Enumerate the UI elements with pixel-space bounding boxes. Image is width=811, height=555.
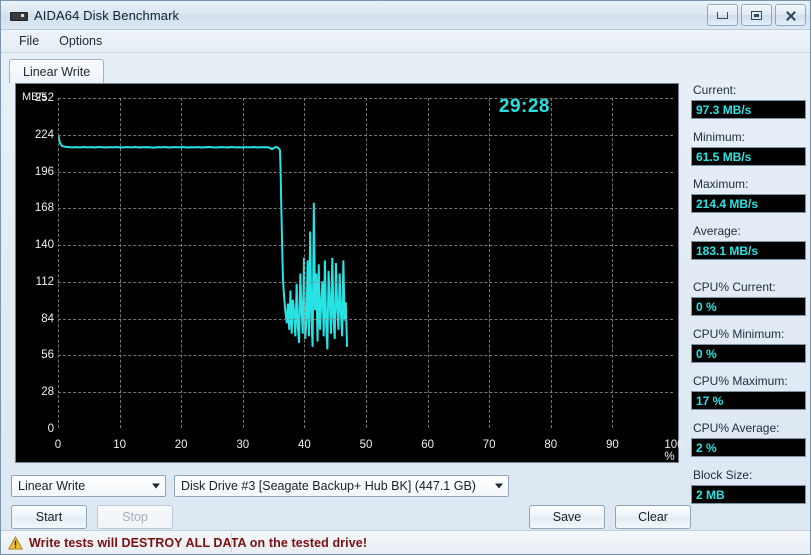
x-tick-9: 90 — [605, 439, 619, 451]
y-tick-0: 0 — [47, 423, 54, 435]
gridline-vertical — [366, 98, 367, 428]
window-buttons — [707, 4, 806, 26]
stat-value-average: 183.1 MB/s — [696, 243, 759, 258]
minimize-button[interactable] — [707, 4, 738, 26]
stat-label-block-size: Block Size: — [693, 468, 753, 482]
gridline-vertical — [550, 98, 552, 428]
stat-box-average: 183.1 MB/s — [691, 241, 806, 260]
x-tick-7: 70 — [482, 439, 496, 451]
tab-linear-write[interactable]: Linear Write — [9, 59, 105, 83]
menu-bar: File Options — [1, 30, 810, 53]
stat-box-cpu-minimum: 0 % — [691, 344, 806, 363]
stat-box-block-size: 2 MB — [691, 485, 806, 504]
save-button[interactable]: Save — [529, 505, 605, 529]
gridline-vertical — [304, 98, 306, 428]
x-tick-6: 60 — [421, 439, 434, 451]
test-type-select[interactable]: Linear Write — [11, 475, 166, 497]
stat-box-minimum: 61.5 MB/s — [691, 147, 806, 166]
stat-label-maximum: Maximum: — [693, 177, 749, 191]
warning-text: Write tests will DESTROY ALL DATA on the… — [29, 535, 368, 550]
restore-button[interactable] — [741, 4, 772, 26]
stat-label-cpu-minimum: CPU% Minimum: — [693, 327, 785, 341]
y-tick-84: 84 — [41, 312, 54, 325]
window-title: AIDA64 Disk Benchmark — [34, 7, 180, 23]
x-tick-2: 20 — [174, 439, 188, 451]
gridline-vertical — [181, 98, 183, 428]
gridline-vertical — [489, 98, 491, 428]
y-tick-168: 168 — [34, 202, 54, 215]
x-tick-5: 50 — [359, 439, 373, 451]
y-tick-28: 28 — [41, 386, 54, 399]
stat-box-current: 97.3 MB/s — [691, 100, 806, 119]
status-separator — [231, 533, 232, 552]
x-tick-0: 0 — [54, 439, 62, 451]
stat-value-cpu-maximum: 17 % — [696, 393, 724, 408]
menu-item-file[interactable]: File — [9, 32, 49, 50]
stat-label-cpu-average: CPU% Average: — [693, 421, 780, 435]
stat-label-average: Average: — [693, 224, 741, 238]
chart-plot-area — [58, 98, 673, 428]
gridline-vertical — [119, 98, 121, 428]
y-tick-224: 224 — [34, 128, 54, 141]
stat-label-cpu-maximum: CPU% Maximum: — [693, 374, 788, 388]
stat-label-cpu-current: CPU% Current: — [693, 280, 776, 294]
x-tick-8: 80 — [544, 439, 558, 451]
y-tick-112: 112 — [35, 275, 54, 288]
chevron-down-icon — [152, 483, 160, 489]
menu-item-options[interactable]: Options — [49, 32, 112, 50]
stat-label-minimum: Minimum: — [693, 130, 746, 144]
stat-value-current: 97.3 MB/s — [696, 102, 752, 117]
stat-box-cpu-maximum: 17 % — [691, 391, 806, 410]
stat-label-current: Current: — [693, 83, 737, 97]
benchmark-chart: MB/s 0 28 56 84 112 140 168 196 224 252 0 10 20 30 40… — [15, 83, 684, 463]
stat-value-cpu-current: 0 % — [696, 299, 717, 314]
x-tick-1: 10 — [113, 439, 126, 451]
drive-select[interactable]: Disk Drive #3 [Seagate Backup+ Hub BK] (… — [174, 475, 509, 497]
x-tick-4: 40 — [297, 439, 311, 451]
warning-triangle-icon — [8, 535, 23, 550]
test-type-value: Linear Write — [18, 479, 86, 493]
disk-drive-icon — [9, 8, 28, 22]
close-icon — [785, 10, 797, 21]
y-tick-252: 252 — [34, 92, 54, 104]
gridline-vertical — [427, 98, 429, 428]
clear-button[interactable]: Clear — [615, 505, 691, 529]
chevron-down-icon — [495, 483, 503, 489]
stat-box-maximum: 214.4 MB/s — [691, 194, 806, 213]
stat-value-block-size: 2 MB — [696, 487, 725, 502]
warning-bar: Write tests will DESTROY ALL DATA on the… — [1, 530, 810, 554]
x-tick-10: 100 % — [664, 439, 684, 463]
x-tick-3: 30 — [236, 439, 250, 451]
drive-value: Disk Drive #3 [Seagate Backup+ Hub BK] (… — [181, 479, 476, 493]
gridline-vertical — [612, 98, 614, 428]
stat-value-cpu-minimum: 0 % — [696, 346, 717, 361]
stat-value-cpu-average: 2 % — [696, 440, 717, 455]
statistics-panel: Current: 97.3 MB/s Minimum: 61.5 MB/s Maximu… — [691, 83, 806, 515]
stat-value-maximum: 214.4 MB/s — [696, 196, 759, 211]
stat-box-cpu-average: 2 % — [691, 438, 806, 457]
stat-box-cpu-current: 0 % — [691, 297, 806, 316]
minimize-icon — [717, 11, 728, 19]
controls-area: Linear Write Disk Drive #3 [Seagate Back… — [11, 475, 691, 529]
restore-icon — [751, 10, 762, 20]
close-button[interactable] — [775, 4, 806, 26]
tab-strip: Linear Write — [9, 59, 810, 83]
gridline-vertical — [242, 98, 244, 428]
stop-button: Stop — [97, 505, 173, 529]
y-tick-56: 56 — [41, 349, 54, 362]
y-tick-140: 140 — [34, 239, 54, 252]
stats-group-divider — [691, 271, 806, 280]
gridline-vertical — [58, 98, 59, 428]
start-button[interactable]: Start — [11, 505, 87, 529]
app-window: AIDA64 Disk Benchmark File Options Linea… — [0, 0, 811, 555]
stat-value-minimum: 61.5 MB/s — [696, 149, 752, 164]
y-tick-196: 196 — [34, 165, 54, 178]
title-bar: AIDA64 Disk Benchmark — [1, 1, 810, 30]
